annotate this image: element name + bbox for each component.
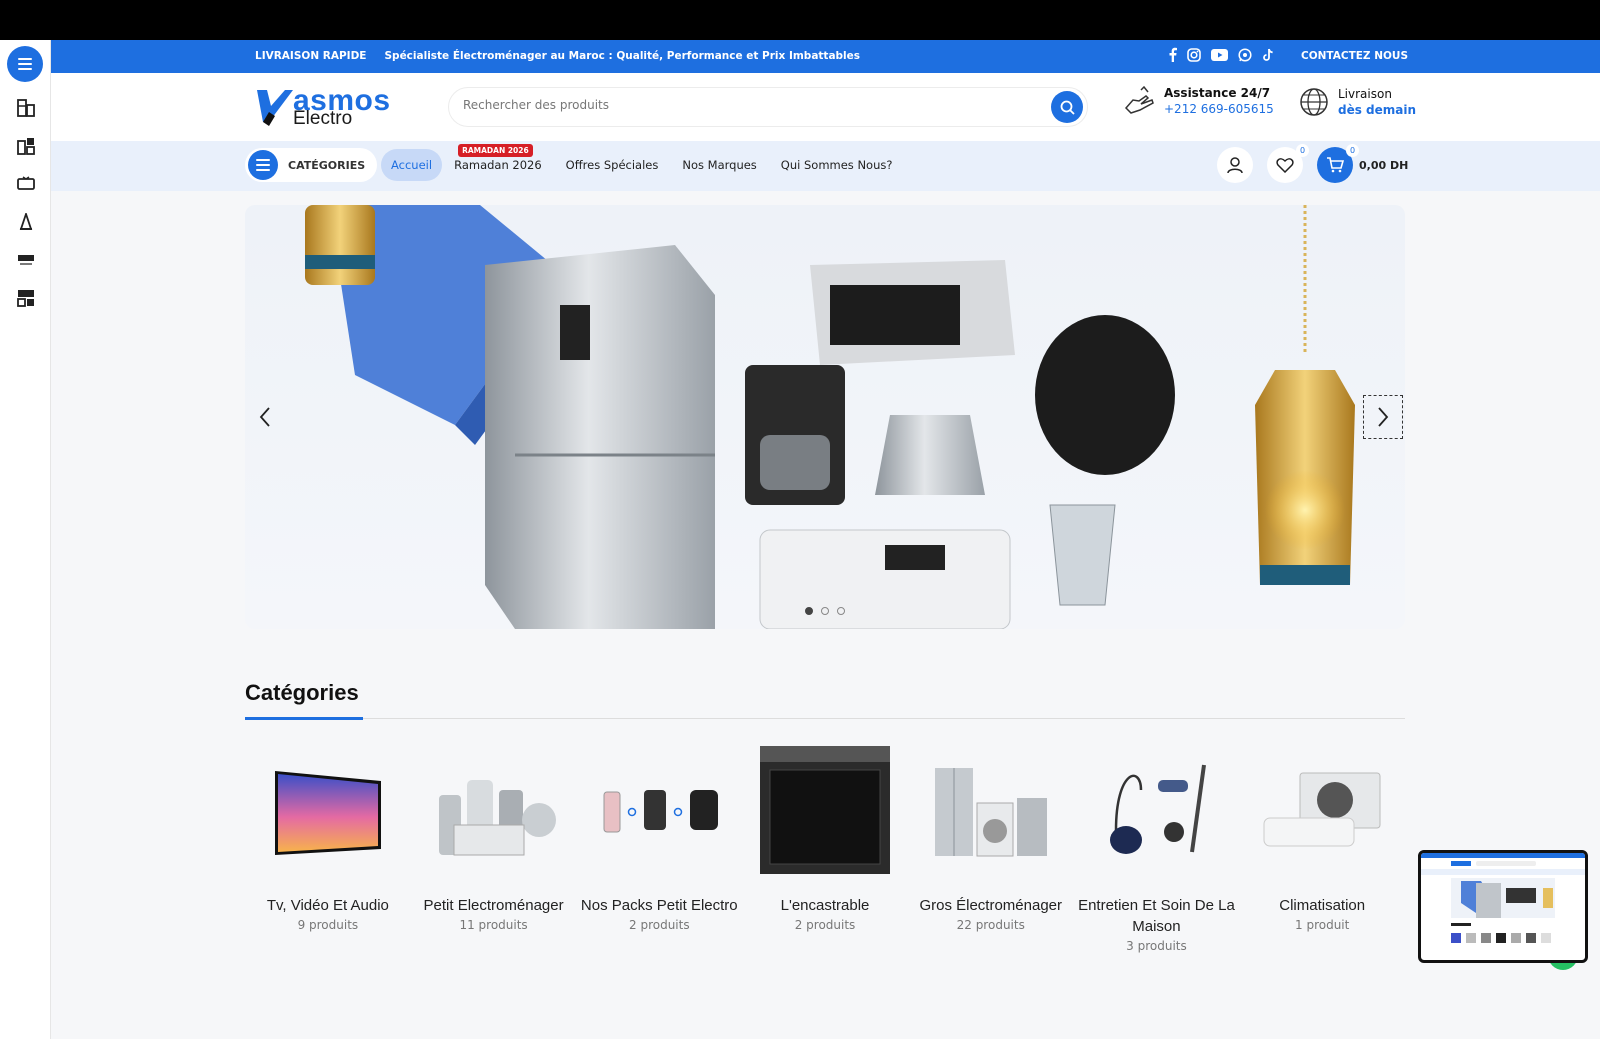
delivery-block: Livraison dès demain: [1298, 86, 1416, 118]
slider-dot-3[interactable]: [837, 607, 845, 615]
tagline-text: Spécialiste Électroménager au Maroc : Qu…: [384, 50, 861, 62]
category-count: 2 produits: [629, 918, 690, 932]
category-card[interactable]: Tv, Vidéo Et Audio 9 produits: [245, 745, 411, 953]
wishlist-count: 0: [1296, 144, 1309, 157]
category-card[interactable]: L'encastrable 2 produits: [742, 745, 908, 953]
support-hand-icon: [1124, 86, 1154, 114]
category-count: 22 produits: [956, 918, 1025, 932]
categories-section-title: Catégories: [245, 680, 359, 705]
cart-icon: [1327, 157, 1344, 173]
category-image-small-appliances: [429, 745, 559, 875]
category-count: 11 produits: [459, 918, 528, 932]
cart-total[interactable]: 0,00 DH: [1359, 159, 1408, 172]
logo-mark-icon: [257, 90, 293, 126]
assistance-title: Assistance 24/7: [1164, 86, 1271, 100]
category-count: 2 produits: [794, 918, 856, 932]
category-name: Nos Packs Petit Electro: [580, 897, 738, 914]
slider-next-button[interactable]: [1363, 395, 1403, 439]
nav-item-marques[interactable]: Nos Marques: [670, 150, 768, 180]
nav-item-ramadan-label: Ramadan 2026: [454, 158, 542, 172]
search-icon: [1060, 100, 1075, 115]
site-logo[interactable]: asmos Electro: [255, 84, 405, 129]
category-card[interactable]: Climatisation 1 produit: [1239, 745, 1405, 953]
kitchen-category-icon[interactable]: [16, 288, 35, 307]
vacuum-category-icon[interactable]: [16, 212, 35, 231]
hamburger-icon: [248, 150, 278, 180]
category-image-built-in-oven: [760, 745, 891, 875]
account-button[interactable]: [1217, 147, 1253, 183]
hamburger-icon: [18, 58, 32, 70]
category-image-tv: [263, 745, 393, 875]
instagram-icon[interactable]: [1187, 47, 1201, 65]
categories-label: CATÉGORIES: [288, 158, 366, 172]
cart-button[interactable]: 0: [1317, 144, 1359, 183]
category-card[interactable]: Nos Packs Petit Electro 2 produits: [576, 745, 742, 953]
slider-dots: [805, 607, 845, 615]
category-card[interactable]: Gros Électroménager 22 produits: [908, 745, 1074, 953]
ramadan-badge: RAMADAN 2026: [458, 144, 533, 157]
social-links: [1168, 47, 1274, 65]
assistance-phone[interactable]: +212 669-605615: [1164, 102, 1274, 116]
youtube-icon[interactable]: [1211, 48, 1228, 64]
nav-item-offres[interactable]: Offres Spéciales: [554, 150, 671, 180]
appliances-category-icon[interactable]: [16, 136, 35, 155]
section-divider: [245, 717, 1405, 720]
site-header: asmos Electro Assistance 24/7 +212 669-6…: [51, 73, 1600, 141]
category-name: L'encastrable: [780, 897, 870, 914]
category-count: 9 produits: [297, 918, 359, 932]
chevron-right-icon: [1378, 407, 1389, 427]
category-name: Petit Electroménager: [423, 897, 564, 914]
slider-dot-2[interactable]: [821, 607, 829, 615]
category-count: 1 produit: [1295, 918, 1350, 932]
search-button[interactable]: [1051, 91, 1083, 123]
category-count: 3 produits: [1126, 939, 1187, 953]
recording-preview-thumbnail[interactable]: [1418, 850, 1588, 963]
category-name: Entretien Et Soin De La Maison: [1078, 897, 1235, 935]
fast-delivery-text: LIVRAISON RAPIDE: [255, 50, 367, 62]
side-category-rail: [0, 40, 51, 1039]
category-card[interactable]: Entretien Et Soin De La Maison 3 produit…: [1074, 745, 1240, 953]
category-image-air-conditioning: [1257, 745, 1387, 875]
categories-grid: Tv, Vidéo Et Audio 9 produits Petit Elec…: [245, 745, 1405, 953]
fridge-category-icon[interactable]: [16, 98, 35, 117]
nav-item-accueil[interactable]: Accueil: [381, 149, 443, 181]
category-name: Climatisation: [1279, 897, 1366, 914]
chevron-left-icon: [259, 407, 270, 427]
category-image-large-appliances: [926, 745, 1056, 875]
delivery-subtitle: dès demain: [1338, 103, 1417, 117]
heart-icon: [1276, 158, 1294, 173]
slider-prev-button[interactable]: [245, 395, 285, 439]
search-input[interactable]: [463, 98, 1023, 112]
globe-icon: [1300, 88, 1328, 116]
rail-menu-button[interactable]: [7, 46, 43, 82]
main-navigation: CATÉGORIES Accueil RAMADAN 2026 Ramadan …: [51, 141, 1600, 191]
air-conditioner-category-icon[interactable]: [16, 250, 35, 269]
category-image-home-care: [1091, 745, 1221, 875]
tv-category-icon[interactable]: [16, 174, 35, 193]
slider-dot-1[interactable]: [805, 607, 813, 615]
cart-count: 0: [1346, 144, 1359, 157]
user-icon: [1227, 157, 1243, 174]
search-bar: [448, 87, 1088, 127]
whatsapp-icon[interactable]: [1238, 47, 1252, 65]
tiktok-icon[interactable]: [1262, 48, 1274, 65]
screen-top-bar: [0, 0, 1600, 40]
facebook-icon[interactable]: [1168, 47, 1177, 65]
logo-wordmark-bottom: Electro: [293, 108, 353, 129]
hero-banner-image: [305, 205, 1355, 629]
nav-item-about[interactable]: Qui Sommes Nous?: [769, 150, 905, 180]
category-card[interactable]: Petit Electroménager 11 produits: [411, 745, 577, 953]
category-name: Gros Électroménager: [919, 897, 1063, 914]
nav-item-ramadan[interactable]: RAMADAN 2026 Ramadan 2026: [442, 144, 554, 180]
category-name: Tv, Vidéo Et Audio: [266, 897, 389, 914]
hero-slider: [245, 205, 1405, 629]
assistance-block[interactable]: Assistance 24/7 +212 669-605615: [1124, 86, 1274, 116]
contact-link[interactable]: CONTACTEZ NOUS: [1301, 50, 1408, 62]
delivery-title: Livraison: [1338, 87, 1392, 101]
wishlist-button[interactable]: 0: [1267, 144, 1309, 183]
categories-button[interactable]: CATÉGORIES: [245, 148, 378, 182]
announcement-bar: LIVRAISON RAPIDE Spécialiste Électroména…: [51, 40, 1600, 73]
category-image-packs: [594, 745, 724, 875]
